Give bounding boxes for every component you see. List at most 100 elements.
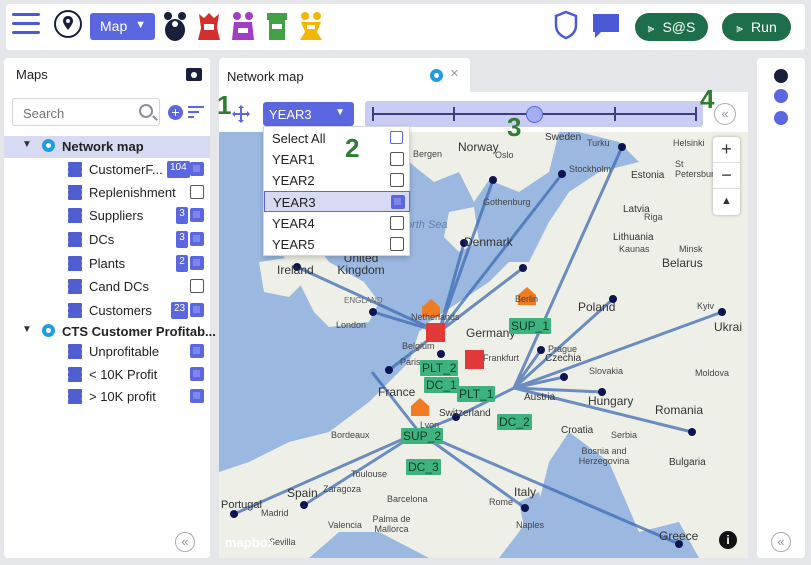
collapse-panel-button[interactable]: « xyxy=(175,532,195,552)
layers-icon xyxy=(68,232,82,247)
add-icon[interactable]: + xyxy=(168,105,183,120)
chat-icon[interactable] xyxy=(591,12,621,40)
move-icon[interactable] xyxy=(231,104,251,124)
zoom-in-button[interactable]: + xyxy=(713,137,740,163)
chevron-down-icon[interactable]: ▼ xyxy=(22,324,32,335)
layer-checkbox[interactable] xyxy=(190,367,204,381)
callout-number: 4 xyxy=(700,84,715,114)
layer-checkbox[interactable] xyxy=(190,344,204,358)
place-label: Estonia xyxy=(631,170,665,181)
city-label: Kyiv xyxy=(697,301,715,311)
search-field[interactable] xyxy=(12,98,160,126)
right-panel xyxy=(757,58,805,558)
search-input[interactable] xyxy=(21,105,136,122)
year-select[interactable]: YEAR3 ▼ xyxy=(263,102,354,126)
tree-group-cts-profitability[interactable]: ▼ CTS Customer Profitab... xyxy=(4,321,216,343)
compass-button[interactable]: ▲ xyxy=(713,189,740,215)
layer-row[interactable]: Cand DCs xyxy=(4,276,210,298)
map-pin-icon[interactable] xyxy=(54,10,82,38)
layer-row[interactable]: Suppliers 3 xyxy=(4,205,210,227)
shield-icon[interactable] xyxy=(553,10,579,40)
option-checkbox[interactable] xyxy=(391,195,405,209)
scenario-purple-icon[interactable] xyxy=(230,10,256,42)
map-pin-icon[interactable] xyxy=(774,69,788,83)
search-icon[interactable] xyxy=(139,104,153,118)
layer-row[interactable]: < 10K Profit xyxy=(4,364,210,386)
layer-row[interactable]: Plants 2 xyxy=(4,253,210,275)
tab-network-map[interactable]: Network map × xyxy=(219,58,470,92)
layer-row[interactable]: Customers 23 xyxy=(4,300,210,322)
layer-checkbox[interactable] xyxy=(190,208,204,222)
select-all-icon[interactable] xyxy=(390,131,403,144)
site-label[interactable]: SUP_1 xyxy=(509,318,552,334)
site-label[interactable]: DC_2 xyxy=(497,414,532,430)
scenario-green-icon[interactable] xyxy=(264,10,290,42)
scenario-yellow-icon[interactable] xyxy=(298,10,324,42)
place-label: Denmark xyxy=(464,235,513,249)
folder-icon[interactable] xyxy=(186,68,202,81)
site-label[interactable]: SUP_2 xyxy=(401,428,444,444)
layers-icon[interactable] xyxy=(774,111,788,125)
dropdown-option[interactable]: YEAR1 xyxy=(264,149,410,170)
site-label[interactable]: DC_1 xyxy=(424,377,459,393)
place-label: Greece xyxy=(659,529,699,543)
place-label: Portugal xyxy=(221,499,262,511)
layer-row[interactable]: Replenishment ... xyxy=(4,182,210,204)
layer-row[interactable]: CustomerF... 104 xyxy=(4,159,210,181)
layer-label: CustomerF... xyxy=(89,162,163,177)
filter-icon[interactable] xyxy=(188,106,204,119)
city-label: Zaragoza xyxy=(323,484,362,494)
layer-row[interactable]: Unprofitable xyxy=(4,341,210,363)
year-select-value: YEAR3 xyxy=(269,107,312,122)
layer-checkbox[interactable] xyxy=(190,162,204,176)
dropdown-select-all[interactable]: Select All xyxy=(264,128,410,149)
layer-checkbox[interactable] xyxy=(190,185,204,199)
period-slider[interactable] xyxy=(365,101,703,127)
scenario-red-icon[interactable] xyxy=(196,10,222,42)
info-icon[interactable]: i xyxy=(719,531,737,549)
option-checkbox[interactable] xyxy=(390,237,404,251)
layer-label: > 10K profit xyxy=(89,389,156,404)
map-pin-icon xyxy=(42,139,55,152)
collapse-controls-button[interactable]: « xyxy=(714,103,736,125)
count-badge: 2 xyxy=(176,255,188,272)
dropdown-option[interactable]: YEAR3 xyxy=(264,191,410,212)
info-icon[interactable] xyxy=(774,89,788,103)
dropdown-option[interactable]: YEAR5 xyxy=(264,234,410,255)
run-button[interactable]: ⫸ Run xyxy=(722,13,791,41)
sas-button[interactable]: ⫸ S@S xyxy=(635,13,708,41)
layer-label: Unprofitable xyxy=(89,344,160,359)
layer-checkbox[interactable] xyxy=(190,389,204,403)
count-badge: 3 xyxy=(176,231,188,248)
layer-checkbox[interactable] xyxy=(190,303,204,317)
zoom-controls: + − ▲ xyxy=(713,137,740,215)
option-checkbox[interactable] xyxy=(390,152,404,166)
option-checkbox[interactable] xyxy=(390,173,404,187)
chevron-down-icon: ▼ xyxy=(335,107,345,118)
option-checkbox[interactable] xyxy=(390,216,404,230)
zoom-out-button[interactable]: − xyxy=(713,163,740,189)
tree-group-label: Network map xyxy=(62,139,144,154)
place-label: Germany xyxy=(466,326,516,340)
layer-checkbox[interactable] xyxy=(190,256,204,270)
site-label[interactable]: PLT_2 xyxy=(420,360,459,376)
layer-row[interactable]: DCs 3 xyxy=(4,229,210,251)
tree-group-network-map[interactable]: ▼ Network map xyxy=(4,136,210,158)
collapse-right-panel-button[interactable]: « xyxy=(771,532,791,552)
scenario-black-icon[interactable] xyxy=(162,10,188,42)
layer-row[interactable]: > 10K profit xyxy=(4,386,210,408)
map-dropdown-button[interactable]: Map ▼ xyxy=(90,13,155,40)
hamburger-menu-icon[interactable] xyxy=(12,13,40,35)
layer-checkbox[interactable] xyxy=(190,232,204,246)
layers-icon xyxy=(68,208,82,223)
dropdown-option[interactable]: YEAR2 xyxy=(264,170,410,191)
place-label: Romania xyxy=(655,403,704,417)
close-icon[interactable]: × xyxy=(450,65,459,82)
layer-checkbox[interactable] xyxy=(190,279,204,293)
site-label[interactable]: PLT_1 xyxy=(457,386,496,402)
chevron-down-icon[interactable]: ▼ xyxy=(22,139,32,150)
dropdown-option[interactable]: YEAR4 xyxy=(264,213,410,234)
place-label: France xyxy=(378,385,416,399)
site-label[interactable]: DC_3 xyxy=(406,459,441,475)
slider-thumb[interactable] xyxy=(526,106,543,123)
